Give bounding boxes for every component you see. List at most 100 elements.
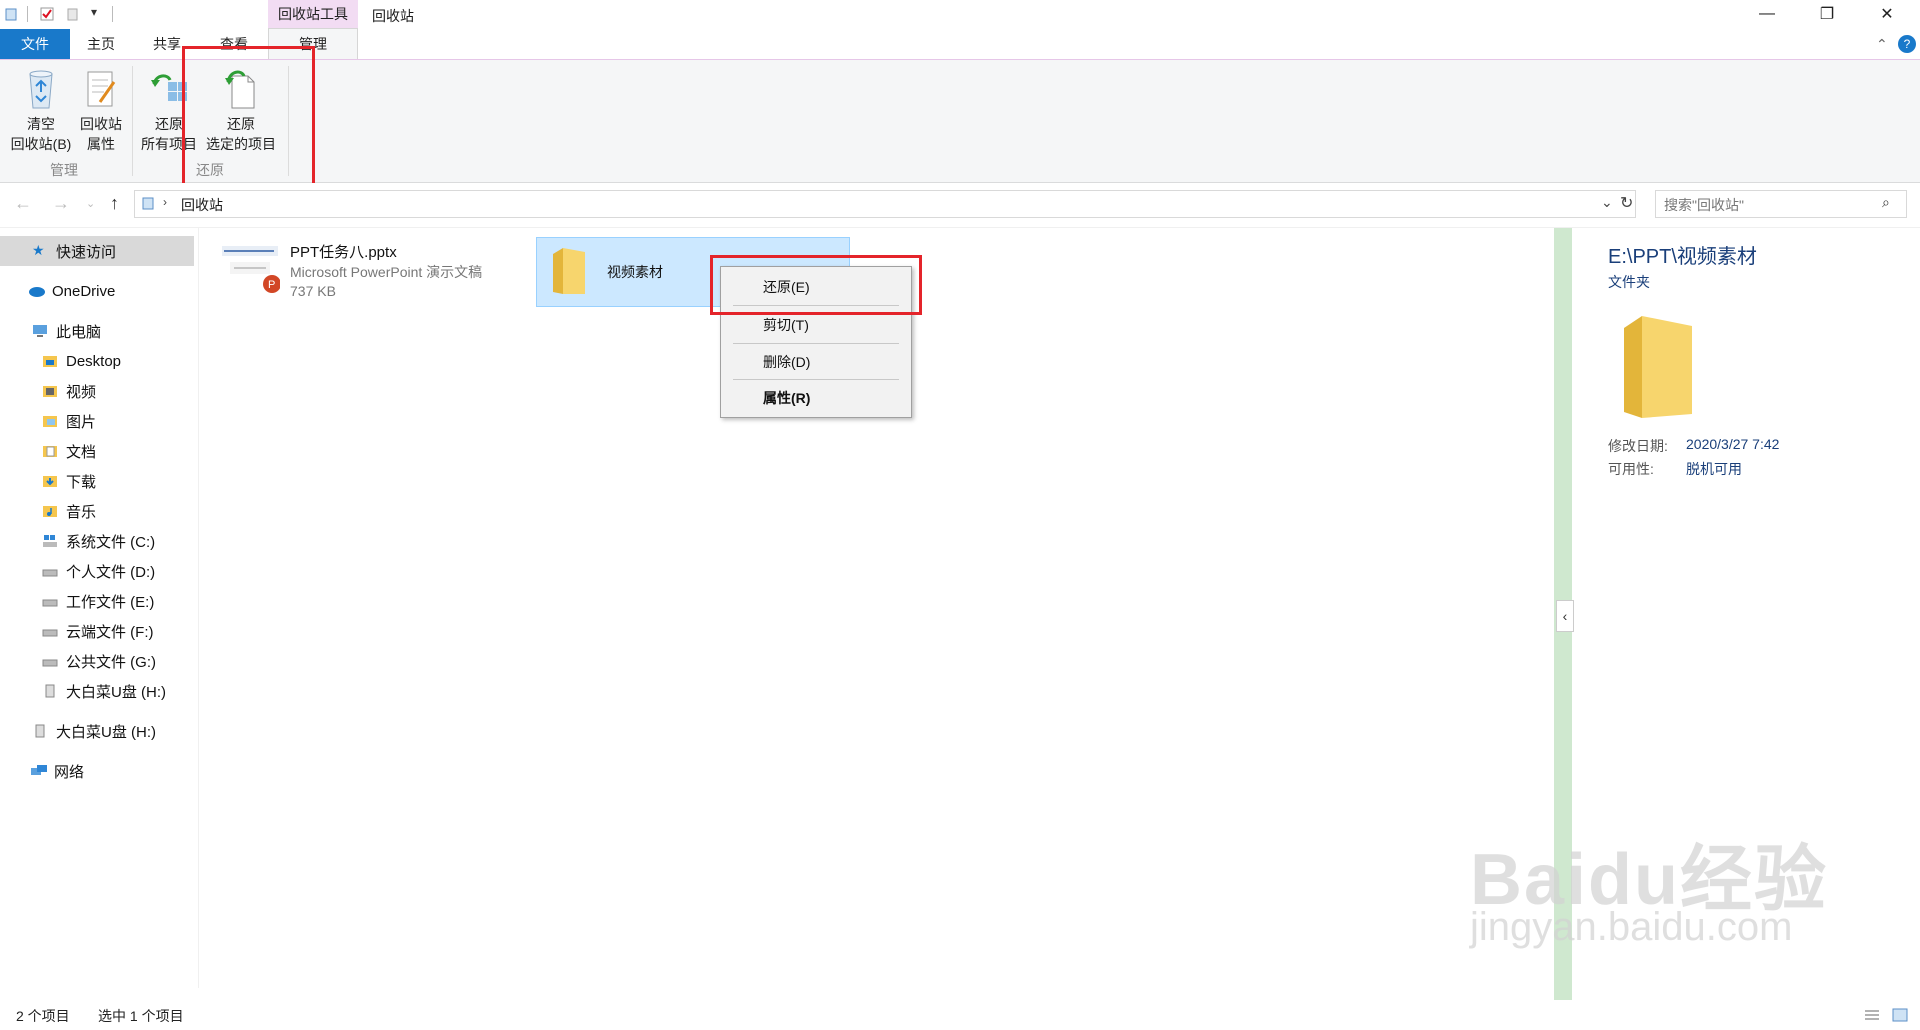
sidebar-item-onedrive[interactable]: OneDrive	[28, 276, 115, 306]
recent-dropdown-icon[interactable]: ⌄	[86, 197, 95, 210]
file-name-pptx[interactable]: PPT任务八.pptx	[290, 241, 397, 262]
availability-label: 可用性:	[1608, 461, 1654, 477]
sidebar-item-drive-f[interactable]: 云端文件 (F:)	[42, 616, 154, 646]
star-icon: ★	[32, 242, 45, 258]
folder-name: 视频素材	[607, 264, 663, 280]
minimize-button[interactable]: —	[1744, 0, 1790, 28]
pptx-file-icon[interactable]: P	[220, 242, 281, 296]
bin-props-label-2: 属性	[87, 136, 115, 152]
address-field[interactable]: › 回收站 ⌄	[134, 190, 1636, 218]
details-view-icon[interactable]	[1864, 1008, 1880, 1022]
drive-icon	[42, 594, 58, 608]
refresh-icon[interactable]: ↻	[1620, 193, 1633, 213]
maximize-button[interactable]: ❐	[1804, 0, 1850, 28]
sidebar-item-pictures[interactable]: 图片	[42, 406, 96, 436]
recycle-bin-icon	[29, 70, 53, 109]
back-arrow-icon[interactable]: ←	[14, 193, 32, 214]
highlight-box-menu	[710, 255, 922, 315]
breadcrumb-separator-icon: ›	[163, 195, 167, 209]
address-bar: ← → ⌄ ↑ › 回收站 ⌄ ↻ 搜索"回收站" ⌕	[0, 183, 1920, 228]
title-bar: ▾ 回收站工具 回收站 — ❐ ✕	[0, 0, 1920, 31]
breadcrumb-path[interactable]: 回收站	[181, 195, 223, 215]
cloud-icon	[28, 284, 45, 298]
drive-icon	[42, 624, 58, 638]
forward-arrow-icon[interactable]: →	[52, 193, 70, 214]
sidebar-item-label: 网络	[54, 763, 85, 781]
sidebar-item-label: 个人文件 (D:)	[66, 563, 156, 581]
modified-label: 修改日期:	[1608, 438, 1668, 454]
search-input[interactable]: 搜索"回收站" ⌕	[1655, 190, 1907, 218]
sidebar-item-label: 大白菜U盘 (H:)	[66, 683, 166, 701]
sidebar-item-drive-c[interactable]: 系统文件 (C:)	[42, 526, 155, 556]
item-count: 2 个项目	[16, 1008, 70, 1024]
sidebar-item-label: 快速访问	[56, 243, 117, 261]
sidebar-item-drive-d[interactable]: 个人文件 (D:)	[42, 556, 155, 586]
details-path: E:\PPT\视频素材	[1608, 246, 1757, 268]
sidebar-item-label: 文档	[66, 443, 97, 461]
availability-value: 脱机可用	[1686, 461, 1742, 477]
file-type-pptx: Microsoft PowerPoint 演示文稿	[290, 264, 483, 280]
empty-bin-label-1: 清空	[27, 116, 55, 132]
sidebar-item-desktop[interactable]: Desktop	[42, 346, 121, 376]
modified-value: 2020/3/27 7:42	[1686, 436, 1780, 452]
address-dropdown-icon[interactable]: ⌄	[1601, 194, 1613, 211]
computer-icon	[32, 324, 48, 338]
status-bar: 2 个项目 选中 1 个项目	[0, 1000, 1920, 1030]
sidebar-item-label: Desktop	[66, 352, 122, 370]
collapse-pane-icon[interactable]: ‹	[1556, 600, 1574, 632]
downloads-folder-icon	[42, 474, 58, 488]
tab-file[interactable]: 文件	[0, 29, 70, 59]
selected-count: 选中 1 个项目	[98, 1008, 184, 1024]
search-icon: ⌕	[1882, 194, 1890, 210]
collapse-ribbon-icon[interactable]: ⌃	[1876, 36, 1888, 53]
watermark-url: jingyan.baidu.com	[1470, 905, 1793, 949]
new-folder-icon[interactable]	[66, 7, 80, 21]
sidebar-item-drive-e[interactable]: 工作文件 (E:)	[42, 586, 154, 616]
sidebar-item-label: 公共文件 (G:)	[66, 653, 156, 671]
close-button[interactable]: ✕	[1864, 0, 1910, 28]
menu-item-delete[interactable]: 删除(D)	[721, 344, 911, 380]
documents-folder-icon	[42, 444, 58, 458]
sidebar-item-drive-g[interactable]: 公共文件 (G:)	[42, 646, 156, 676]
navigation-pane: ★ 快速访问 OneDrive 此电脑 Desktop 视频 图片 文档 下载 …	[0, 228, 199, 988]
sidebar-item-this-pc[interactable]: 此电脑	[32, 316, 101, 346]
quick-access-dropdown-icon[interactable]: ▾	[91, 5, 97, 19]
window-title: 回收站	[372, 8, 414, 24]
sidebar-item-label: 云端文件 (F:)	[66, 623, 154, 641]
sidebar-item-documents[interactable]: 文档	[42, 436, 96, 466]
recycle-bin-properties-button[interactable]: 回收站 属性	[76, 68, 126, 154]
group-separator	[132, 66, 133, 176]
usb-drive-icon	[42, 684, 58, 698]
folder-icon	[551, 246, 587, 299]
sidebar-item-label: 下载	[66, 473, 97, 491]
sidebar-item-label: 大白菜U盘 (H:)	[56, 723, 156, 741]
sidebar-item-downloads[interactable]: 下载	[42, 466, 96, 496]
large-icons-view-icon[interactable]	[1892, 1008, 1908, 1022]
sidebar-item-usb-h[interactable]: 大白菜U盘 (H:)	[42, 676, 166, 706]
highlight-box-ribbon	[182, 46, 315, 188]
sidebar-item-network[interactable]: 网络	[30, 756, 84, 786]
sidebar-item-quick-access[interactable]: ★ 快速访问	[0, 236, 194, 266]
up-arrow-icon[interactable]: ↑	[110, 193, 119, 214]
recycle-bin-small-icon	[141, 196, 155, 210]
group-label-manage: 管理	[50, 162, 78, 178]
menu-item-properties[interactable]: 属性(R)	[721, 380, 911, 416]
restore-all-label-1: 还原	[155, 116, 183, 132]
tab-home[interactable]: 主页	[76, 29, 126, 59]
sidebar-item-label: 系统文件 (C:)	[66, 533, 156, 551]
sidebar-item-usb-h-root[interactable]: 大白菜U盘 (H:)	[32, 716, 156, 746]
sidebar-item-videos[interactable]: 视频	[42, 376, 96, 406]
sidebar-item-label: 音乐	[66, 503, 97, 521]
properties-check-icon[interactable]	[40, 7, 54, 21]
pictures-folder-icon	[42, 414, 58, 428]
empty-recycle-bin-button[interactable]: 清空 回收站(B)	[8, 68, 74, 154]
empty-bin-label-2: 回收站(B)	[10, 136, 72, 152]
sidebar-item-music[interactable]: 音乐	[42, 496, 96, 526]
drive-icon	[42, 654, 58, 668]
sidebar-item-label: OneDrive	[52, 282, 116, 300]
help-icon[interactable]: ?	[1898, 35, 1916, 53]
properties-doc-icon	[87, 71, 116, 107]
sidebar-item-label: 图片	[66, 413, 97, 431]
large-folder-icon	[1622, 314, 1700, 423]
drive-icon	[42, 564, 58, 578]
